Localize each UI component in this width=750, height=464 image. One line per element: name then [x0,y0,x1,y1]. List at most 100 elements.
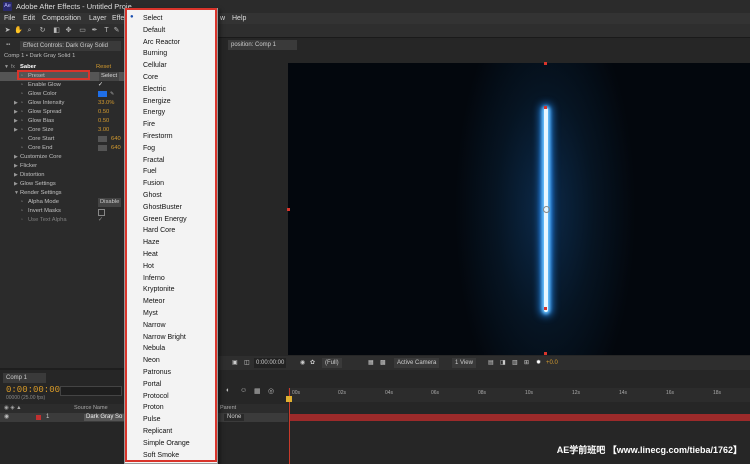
show-snapshot-icon[interactable]: ◫ [244,356,250,370]
menu-effect[interactable]: Effe [112,13,124,24]
panel-menu-icon[interactable]: ▪▪ [6,42,10,48]
property-row[interactable]: ▶ ◔ Core Size 3.00 [0,126,124,135]
expand-triangle-icon[interactable]: ▶ [14,126,18,135]
flowchart-icon[interactable]: ⊞ [524,356,529,370]
layer-label-color[interactable] [36,415,41,420]
visibility-eye-icon[interactable]: ◉ [4,413,9,422]
expand-triangle-icon[interactable]: ▶ [14,171,18,180]
property-group-row[interactable]: ▶ Distortion [0,171,124,180]
collapse-triangle-icon[interactable]: ▼ [14,189,19,198]
composition-viewer[interactable] [288,63,750,355]
property-value[interactable]: 640 [111,144,121,153]
expand-triangle-icon[interactable]: ▶ [14,153,18,162]
anchor-point-icon[interactable] [543,206,550,213]
property-value[interactable]: 3.00 [98,126,109,135]
preset-dropdown[interactable]: Select [99,72,120,81]
menu-layer[interactable]: Layer [89,13,107,24]
pen-tool-icon[interactable]: ✒ [90,26,99,35]
effect-controls-tab[interactable]: Effect Controls: Dark Gray Solid [20,41,121,51]
property-group-row[interactable]: ▶ Customize Core [0,153,124,162]
parent-dropdown[interactable]: None [224,414,245,421]
parent-header[interactable]: Parent [220,404,236,413]
point-control-icon[interactable] [98,145,107,151]
camera-icon[interactable]: ◉ [300,356,305,370]
motion-blur-icon[interactable]: ◎ [268,387,274,395]
composition-tab[interactable]: position: Comp 1 [228,40,297,50]
property-group-row[interactable]: ▶ Flicker [0,162,124,171]
layer-duration-bar[interactable] [289,414,750,421]
stopwatch-icon[interactable]: ◔ [20,126,23,135]
stopwatch-icon[interactable]: ◔ [20,198,23,207]
menu-edit[interactable]: Edit [23,13,35,24]
pan-behind-tool-icon[interactable]: ✥ [64,26,73,35]
stopwatch-icon[interactable]: ◔ [20,81,23,90]
menu-window[interactable]: w [220,13,225,24]
property-group-row[interactable]: ▼ Render Settings [0,189,124,198]
shy-layers-icon[interactable]: ☺ [240,387,247,394]
stopwatch-icon[interactable]: ◔ [20,117,23,126]
layer-handle[interactable] [544,106,547,109]
stopwatch-icon[interactable]: ◔ [20,144,23,153]
playhead-handle-icon[interactable] [286,396,292,402]
stopwatch-icon[interactable]: ◔ [20,207,23,216]
draft-3d-icon[interactable]: ◐ [226,387,230,394]
layer-handle[interactable] [544,307,547,310]
reset-button[interactable]: Reset [96,63,111,72]
property-row[interactable]: ◔ Core End 640 [0,144,124,153]
expand-triangle-icon[interactable]: ▶ [14,117,18,126]
property-row[interactable]: ◔ Invert Masks [0,207,124,216]
layer-handle[interactable] [544,352,547,355]
timeline-tab-comp[interactable]: Comp 1 [3,373,46,383]
stopwatch-icon[interactable]: ◔ [20,108,23,117]
property-group-row[interactable]: ▶ Glow Settings [0,180,124,189]
collapse-triangle-icon[interactable]: ▼ [4,63,9,72]
property-value[interactable]: 33.0% [98,99,114,108]
property-row[interactable]: ◔ Core Start 640 [0,135,124,144]
transparency-grid-icon[interactable]: ▩ [380,356,386,370]
views-dropdown[interactable]: 1 View [452,358,476,368]
snapshot-icon[interactable]: ▣ [232,356,238,370]
rotate-tool-icon[interactable]: ↻ [38,26,47,35]
enable-glow-checkbox[interactable]: ✓ [98,81,103,90]
property-value[interactable]: 0.50 [98,108,109,117]
mask-tool-icon[interactable]: ▭ [78,26,87,35]
expand-triangle-icon[interactable]: ▶ [14,162,18,171]
menu-composition[interactable]: Composition [42,13,81,24]
toggle-pixel-aspect-icon[interactable]: ▤ [488,356,494,370]
zoom-tool-icon[interactable]: ⌕ [25,26,34,35]
point-control-icon[interactable] [98,136,107,142]
property-value[interactable]: 640 [111,135,121,144]
brush-tool-icon[interactable]: ✎ [112,26,121,35]
property-row[interactable]: ◔ Use Text Alpha ✓ [0,216,124,225]
property-row[interactable]: ▶ ◔ Glow Bias 0.50 [0,117,124,126]
glow-color-swatch[interactable] [98,91,107,97]
eyedropper-icon[interactable]: ✎ [110,90,114,99]
invert-masks-checkbox[interactable] [98,209,105,216]
stopwatch-icon[interactable]: ◔ [20,90,23,99]
stopwatch-icon[interactable]: ◔ [20,216,23,225]
camera-tool-icon[interactable]: ◧ [52,26,61,35]
resolution-dropdown[interactable]: (Full) [322,358,342,368]
viewer-timecode[interactable]: 0:00:00:00 [254,358,287,368]
time-ruler[interactable]: 00s 02s 04s 06s 08s 10s 12s 14s 16s 18s [288,388,750,402]
menu-help[interactable]: Help [232,13,246,24]
hand-tool-icon[interactable]: ✋ [14,26,23,35]
camera-dropdown[interactable]: Active Camera [394,358,440,368]
color-channel-icon[interactable]: ✿ [310,356,315,370]
exposure-value[interactable]: +0.0 [546,356,558,370]
expand-triangle-icon[interactable]: ▶ [14,180,18,189]
layer-handle[interactable] [287,208,290,211]
timeline-search-input[interactable] [60,386,122,396]
timeline-icon[interactable]: ▥ [512,356,518,370]
property-value[interactable]: 0.50 [98,117,109,126]
expand-triangle-icon[interactable]: ▶ [14,99,18,108]
fast-preview-icon[interactable]: ◨ [500,356,506,370]
frame-blending-icon[interactable]: ▦ [254,387,261,395]
use-text-alpha-checkbox[interactable]: ✓ [98,216,103,225]
layer-handle[interactable] [544,62,547,65]
stopwatch-icon[interactable]: ◔ [20,99,23,108]
selection-tool-icon[interactable]: ➤ [3,26,12,35]
stopwatch-icon[interactable]: ◔ [20,135,23,144]
property-row[interactable]: ▶ ◔ Glow Spread 0.50 [0,108,124,117]
exposure-icon[interactable]: ✹ [536,356,541,370]
